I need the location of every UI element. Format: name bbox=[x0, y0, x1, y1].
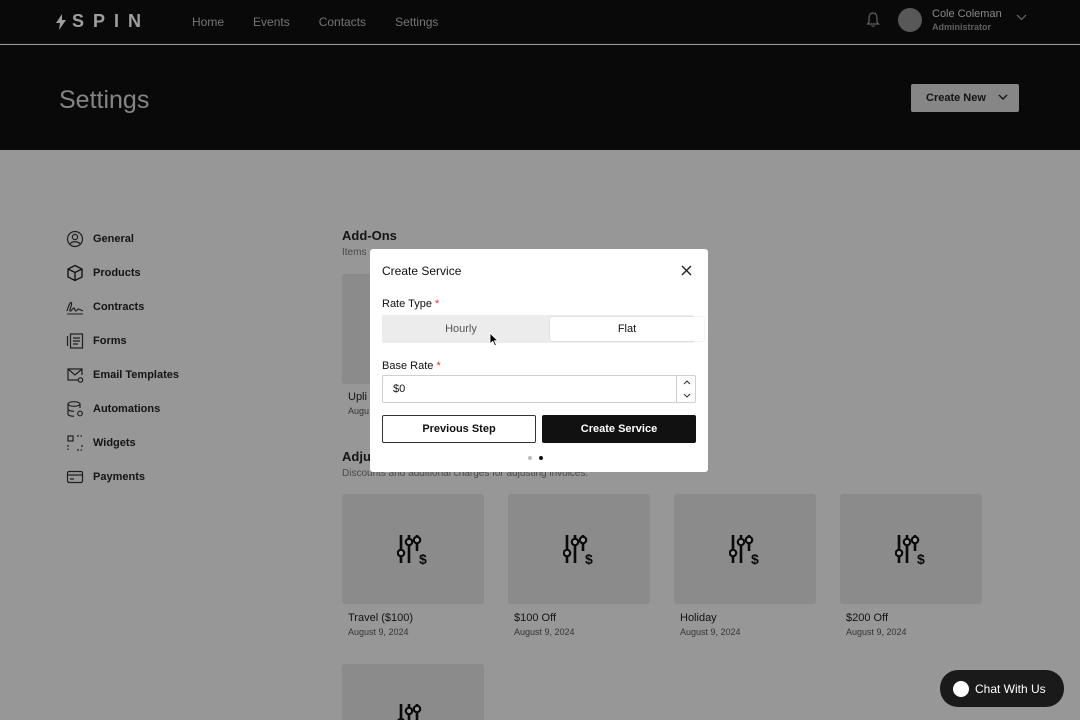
modal-title: Create Service bbox=[382, 264, 462, 278]
chat-bubble-icon bbox=[953, 680, 969, 697]
create-service-button[interactable]: Create Service bbox=[542, 415, 696, 443]
base-rate-label: Base Rate * bbox=[382, 360, 441, 372]
create-service-modal: Create Service Rate Type * Hourly Flat B… bbox=[370, 249, 708, 472]
step-indicator-2 bbox=[539, 456, 543, 460]
chat-label: Chat With Us bbox=[975, 681, 1046, 696]
close-icon[interactable] bbox=[681, 265, 692, 276]
rate-type-toggle: Hourly Flat bbox=[382, 315, 704, 343]
required-mark: * bbox=[435, 298, 440, 310]
stepper-down-button[interactable] bbox=[677, 389, 696, 402]
quantity-stepper bbox=[676, 376, 695, 402]
rate-type-label: Rate Type * bbox=[382, 298, 439, 310]
rate-option-hourly[interactable]: Hourly bbox=[384, 317, 538, 341]
mouse-cursor-icon bbox=[489, 332, 499, 347]
chat-with-us-button[interactable]: Chat With Us bbox=[940, 670, 1064, 707]
stepper-up-button[interactable] bbox=[677, 376, 696, 389]
step-indicator-1 bbox=[528, 456, 532, 460]
previous-step-button[interactable]: Previous Step bbox=[382, 415, 536, 443]
required-mark: * bbox=[436, 360, 441, 372]
base-rate-input[interactable] bbox=[382, 375, 696, 403]
base-rate-label-text: Base Rate bbox=[382, 360, 434, 372]
rate-option-flat[interactable]: Flat bbox=[550, 317, 704, 341]
chevron-down-icon bbox=[683, 393, 690, 398]
rate-type-label-text: Rate Type bbox=[382, 298, 432, 310]
chevron-up-icon bbox=[683, 380, 690, 385]
